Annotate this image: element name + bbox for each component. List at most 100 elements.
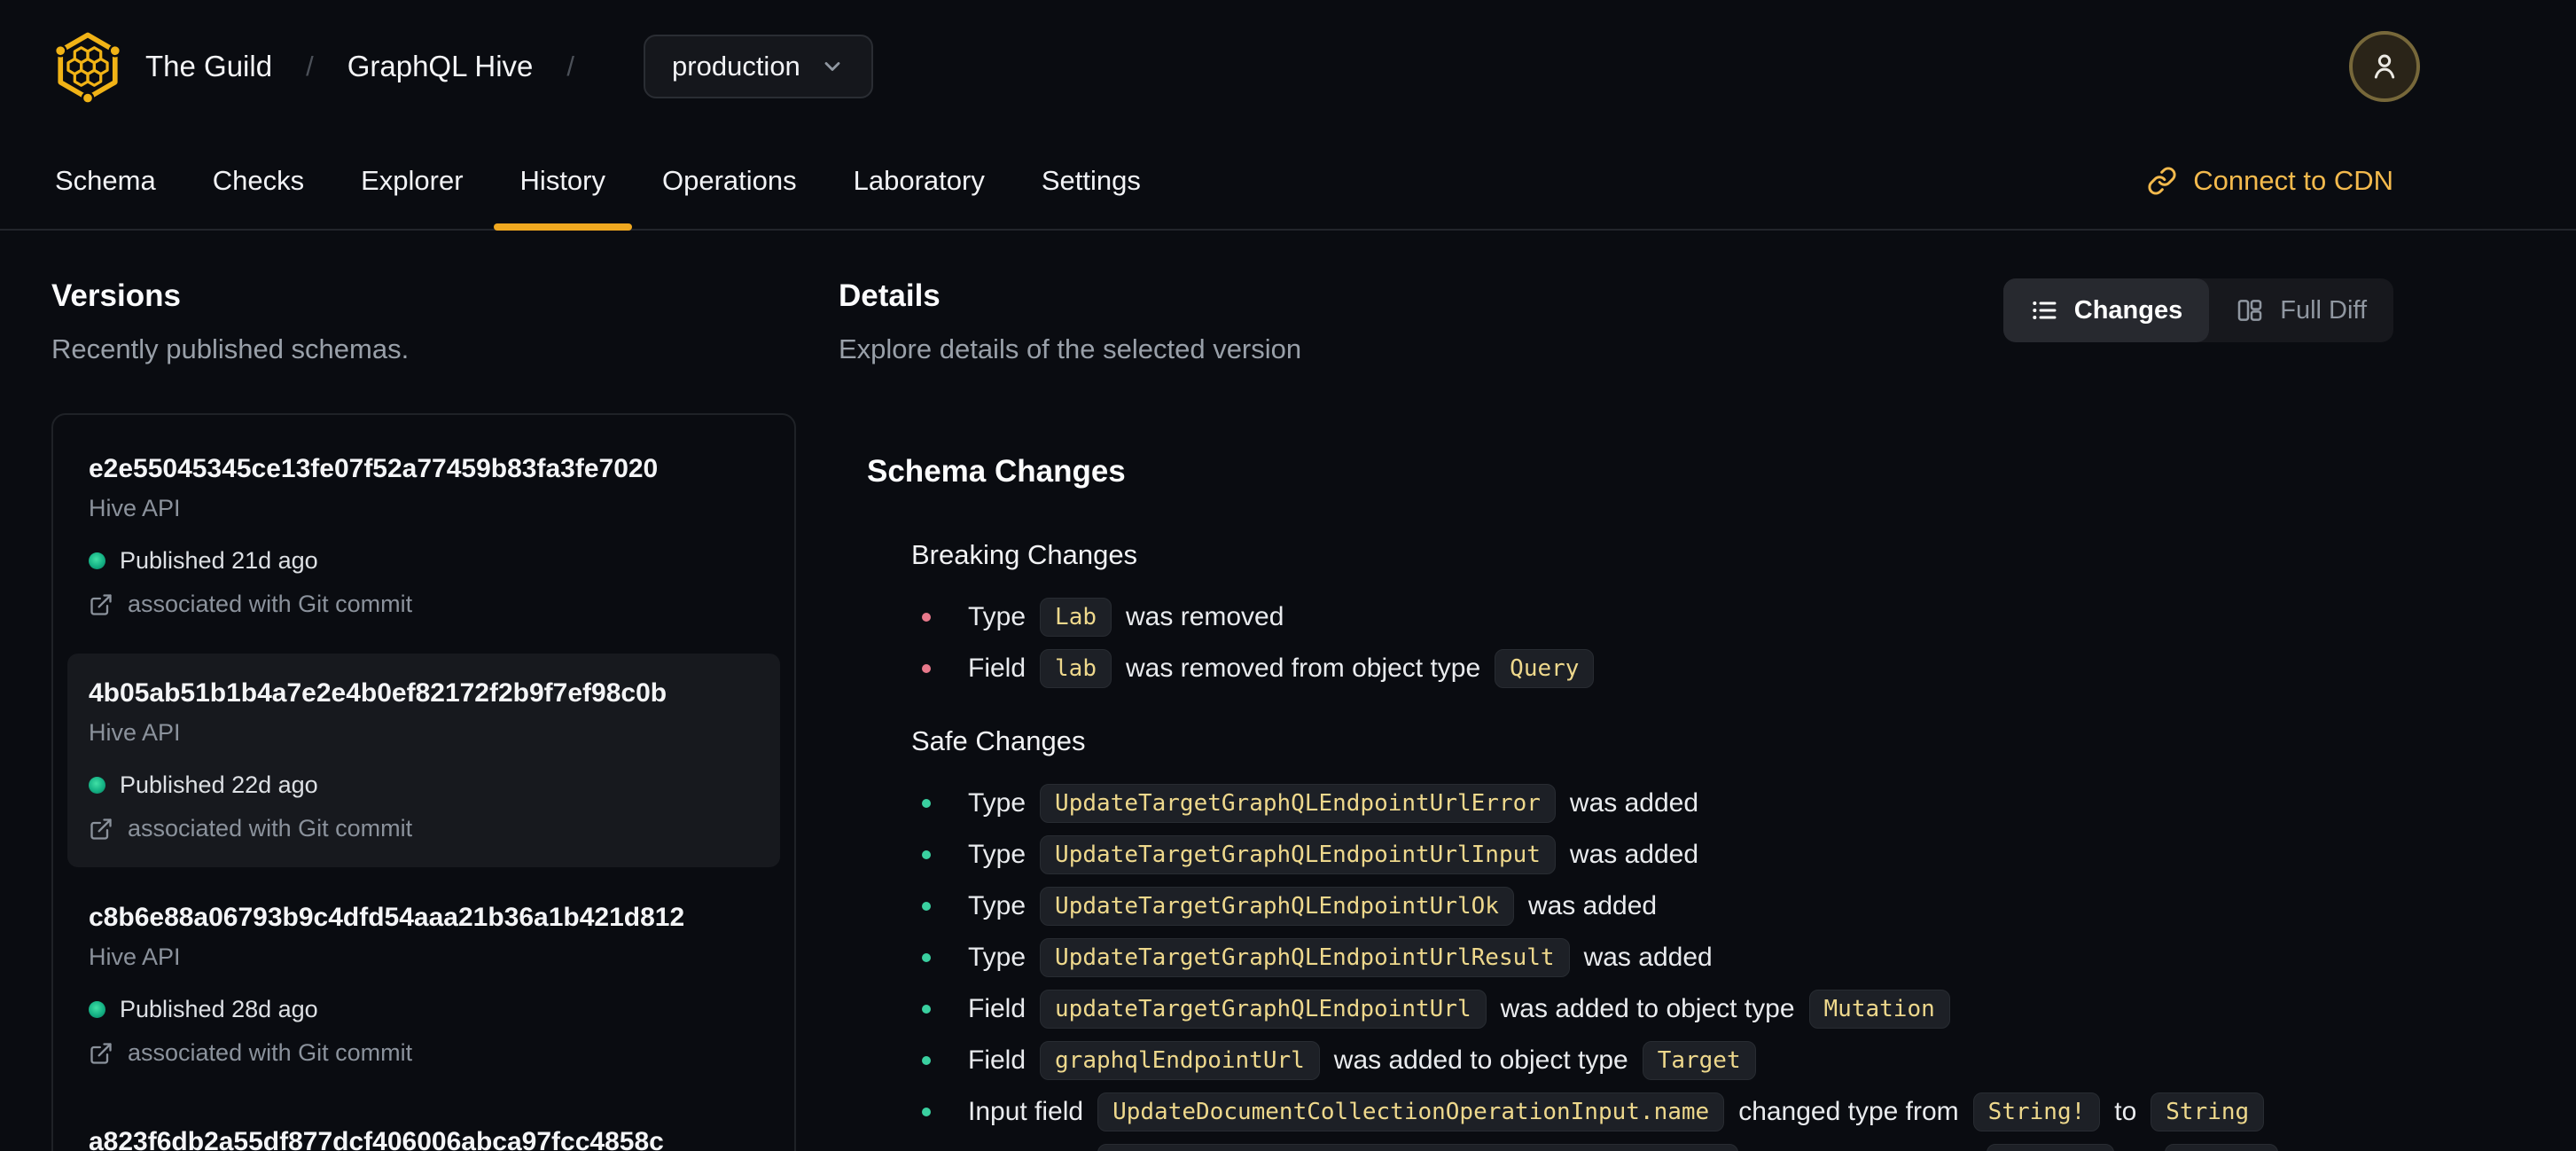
version-hash: e2e55045345ce13fe07f52a77459b83fa3fe7020 <box>89 454 659 483</box>
version-list-item[interactable]: a823f6db2a55df877dcf406006abca97fcc4858c… <box>67 1102 780 1151</box>
version-hash: 4b05ab51b1b4a7e2e4b0ef82172f2b9f7ef98c0b <box>89 678 667 708</box>
change-text: Type <box>968 891 1026 920</box>
change-text: to <box>2114 1097 2137 1126</box>
code-chip: String <box>2164 1144 2278 1151</box>
code-chip: String! <box>1972 1092 2101 1131</box>
bullet-icon <box>922 850 931 859</box>
schema-changes-title: Schema Changes <box>867 454 1126 489</box>
version-list-item[interactable]: c8b6e88a06793b9c4dfd54aaa21b36a1b421d812… <box>67 878 780 1092</box>
nav-tab-operations[interactable]: Operations <box>636 133 824 229</box>
external-link-icon <box>90 1042 112 1064</box>
code-chip: Query <box>1495 649 1595 688</box>
target-selector-value: production <box>672 51 800 82</box>
code-chip: UpdateDocumentCollectionOperationInput.q… <box>1097 1144 1738 1151</box>
details-header: Details Explore details of the selected … <box>839 278 2393 365</box>
version-list: e2e55045345ce13fe07f52a77459b83fa3fe7020… <box>51 413 796 1151</box>
breadcrumb-separator: / <box>566 51 575 82</box>
breadcrumb-org[interactable]: The Guild <box>145 50 272 83</box>
view-toggle: Changes Full Diff <box>2002 278 2393 342</box>
code-chip: UpdateTargetGraphQLEndpointUrlOk <box>1040 887 1514 926</box>
published-status-dot <box>89 552 105 569</box>
view-toggle-full-diff[interactable]: Full Diff <box>2209 278 2393 342</box>
target-selector-dropdown[interactable]: production <box>644 35 873 98</box>
bullet-icon <box>922 613 931 622</box>
schema-change-item: Type UpdateTargetGraphQLEndpointUrlInput w… <box>922 835 2393 874</box>
published-status-dot <box>89 1001 105 1018</box>
bullet-icon <box>922 1005 931 1014</box>
bullet-icon <box>922 664 931 673</box>
change-text: was added <box>1569 840 1699 869</box>
project-nav-tabs: Schema Checks Explorer History Operations Lab… <box>0 133 2576 231</box>
nav-tab-explorer[interactable]: Explorer <box>334 133 489 229</box>
version-service-name: Hive API <box>89 944 181 970</box>
details-title: Details <box>839 278 941 313</box>
hive-logo-icon[interactable] <box>51 29 124 104</box>
change-text: was added <box>1583 943 1713 972</box>
version-git-commit-link[interactable]: associated with Git commit <box>89 1039 759 1067</box>
breadcrumb-project[interactable]: GraphQL Hive <box>347 50 534 83</box>
versions-title: Versions <box>51 278 181 313</box>
version-published-text: Published 21d ago <box>120 547 318 574</box>
change-text: Field <box>968 1045 1026 1075</box>
code-chip: String <box>2151 1092 2265 1131</box>
version-service-name: Hive API <box>89 719 181 746</box>
schema-change-item: Type UpdateTargetGraphQLEndpointUrlOk was … <box>922 887 2393 926</box>
change-text: Type <box>968 788 1026 818</box>
version-published-row: Published 28d ago <box>89 996 759 1023</box>
change-text: was removed from object type <box>1126 654 1481 683</box>
code-chip: graphqlEndpointUrl <box>1040 1041 1320 1080</box>
change-section-title: Breaking Changes <box>911 539 1138 570</box>
schema-changes: Schema Changes Breaking Changes Type Lab w… <box>839 454 2393 1151</box>
change-section-title: Safe Changes <box>911 725 1086 756</box>
code-chip: UpdateDocumentCollectionOperationInput.n… <box>1097 1092 1725 1131</box>
change-text: was added <box>1527 891 1658 920</box>
change-list: Type Lab was removed Field lab was removed f… <box>911 598 2393 688</box>
connect-to-cdn-link[interactable]: Connect to CDN <box>2147 133 2393 229</box>
user-icon <box>2374 54 2395 79</box>
code-chip: Target <box>1642 1041 1756 1080</box>
change-text: was added to object type <box>1500 994 1795 1023</box>
version-git-commit-link[interactable]: associated with Git commit <box>89 815 759 842</box>
schema-change-item: Field graphqlEndpointUrl was added to obje… <box>922 1041 2393 1080</box>
details-panel: Details Explore details of the selected … <box>839 278 2393 1151</box>
version-list-item[interactable]: 4b05ab51b1b4a7e2e4b0ef82172f2b9f7ef98c0b… <box>67 654 780 867</box>
nav-tab-schema[interactable]: Schema <box>28 133 183 229</box>
user-avatar-button[interactable] <box>2349 31 2420 102</box>
nav-tab-history[interactable]: History <box>493 133 633 231</box>
change-text: Type <box>968 943 1026 972</box>
top-bar: The Guild / GraphQL Hive / production <box>0 0 2576 133</box>
version-git-commit-link[interactable]: associated with Git commit <box>89 591 759 618</box>
version-hash: a823f6db2a55df877dcf406006abca97fcc4858c <box>89 1127 664 1151</box>
git-association-text: associated with Git commit <box>128 591 413 617</box>
nav-tab-checks[interactable]: Checks <box>186 133 331 229</box>
code-chip: Lab <box>1040 598 1112 637</box>
version-published-text: Published 22d ago <box>120 771 318 798</box>
code-chip: UpdateTargetGraphQLEndpointUrlError <box>1040 784 1556 823</box>
nav-tab-settings[interactable]: Settings <box>1015 133 1167 229</box>
link-icon <box>2148 167 2176 195</box>
bullet-icon <box>922 953 931 962</box>
change-text: changed type from <box>1738 1097 1959 1126</box>
chevron-down-icon <box>824 62 840 71</box>
code-chip: lab <box>1040 649 1112 688</box>
schema-change-item: Field lab was removed from object type Quer… <box>922 649 2393 688</box>
versions-panel: Versions Recently published schemas. e2e… <box>51 278 796 1151</box>
version-service-name: Hive API <box>89 495 181 521</box>
version-published-row: Published 21d ago <box>89 547 759 575</box>
version-published-text: Published 28d ago <box>120 996 318 1022</box>
version-published-row: Published 22d ago <box>89 771 759 799</box>
change-list: Type UpdateTargetGraphQLEndpointUrlError w… <box>911 784 2393 1151</box>
nav-tab-laboratory[interactable]: Laboratory <box>827 133 1011 229</box>
external-link-icon <box>90 818 112 840</box>
schema-change-item: Input fieldUpdateDocumentCollectionOpera… <box>922 1144 2393 1151</box>
main-content: Versions Recently published schemas. e2e… <box>0 231 2576 1151</box>
cdn-link-label: Connect to CDN <box>2193 165 2393 196</box>
breaking-changes-section: Breaking Changes Type Lab was removed Fiel… <box>911 539 2393 688</box>
view-toggle-changes[interactable]: Changes <box>2002 278 2210 342</box>
code-chip: String! <box>1987 1144 2114 1151</box>
change-text: Input field <box>968 1097 1084 1126</box>
bullet-icon <box>922 1108 931 1116</box>
version-list-item[interactable]: e2e55045345ce13fe07f52a77459b83fa3fe7020… <box>67 429 780 643</box>
change-text: was removed <box>1126 602 1284 631</box>
safe-changes-section: Safe Changes Type UpdateTargetGraphQLEndp… <box>911 725 2393 1151</box>
